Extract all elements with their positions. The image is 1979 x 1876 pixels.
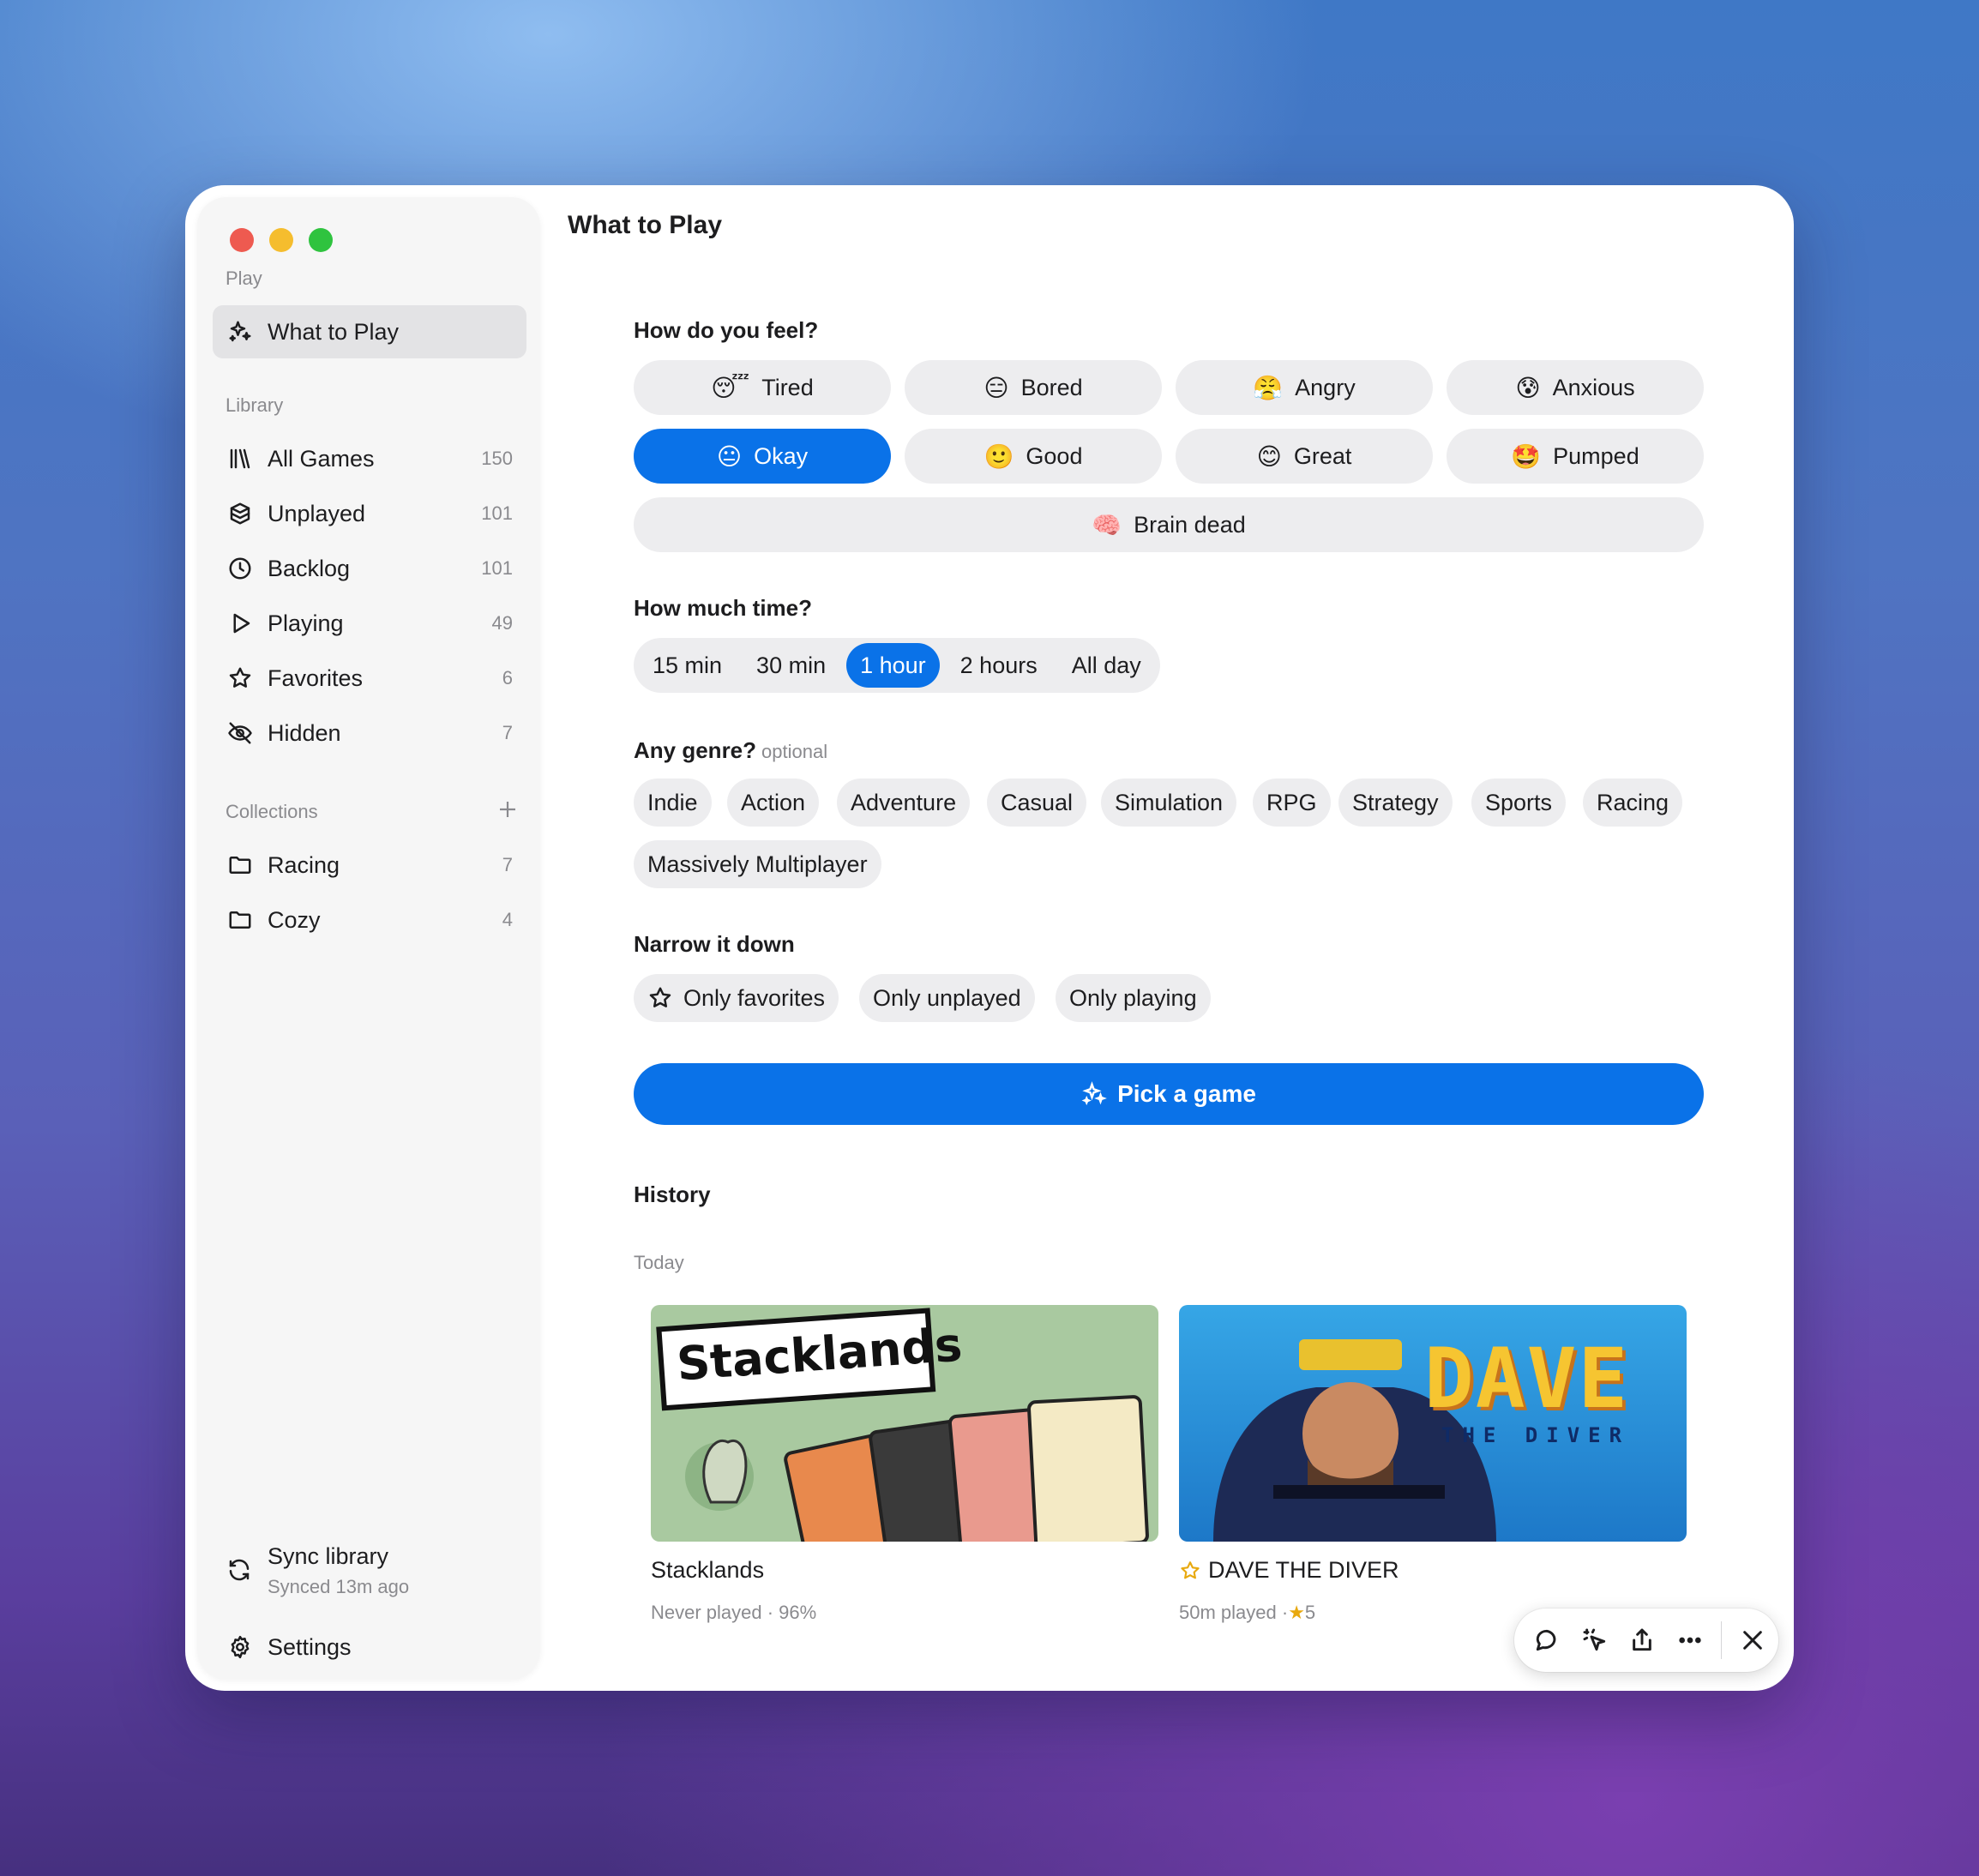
toolbar-divider: [1721, 1621, 1723, 1659]
genre-heading: Any genre? optional: [634, 737, 827, 764]
cursor-sparkle-button[interactable]: [1573, 1618, 1617, 1663]
genre-heading-text: Any genre?: [634, 737, 757, 763]
comment-icon: [1536, 1629, 1556, 1651]
time-heading: How much time?: [634, 595, 813, 621]
close-button[interactable]: [1730, 1618, 1775, 1663]
time-option-15-min[interactable]: 15 min: [639, 643, 736, 688]
page-title: What to Play: [568, 211, 723, 239]
dave-the-diver-cover-image[interactable]: DAVE THE DIVER: [1179, 1305, 1687, 1542]
mood-bored-button[interactable]: 😑 Bored: [905, 360, 1162, 415]
favorite-star-icon: [1181, 1560, 1200, 1578]
cursor-sparkle-icon: [1583, 1628, 1605, 1651]
genre-optional-label: optional: [761, 741, 828, 762]
time-option-1-hour[interactable]: 1 hour: [846, 643, 940, 688]
history-item-meta-text: 50m played ·: [1179, 1602, 1289, 1623]
floating-toolbar: [1514, 1608, 1778, 1672]
filter-only-playing[interactable]: Only playing: [1056, 974, 1211, 1022]
history-item-title[interactable]: Stacklands: [651, 1557, 764, 1584]
history-item-meta: 50m played ·★5: [1179, 1602, 1315, 1624]
pick-a-game-button[interactable]: Pick a game: [634, 1063, 1704, 1125]
history-item-rating: 5: [1304, 1602, 1316, 1623]
history-heading: History: [634, 1182, 711, 1207]
narrow-heading: Narrow it down: [634, 931, 795, 957]
genre-chip-indie[interactable]: Indie: [634, 779, 712, 827]
great-emoji-icon: 😊: [1256, 442, 1282, 470]
time-segmented-control: 15 min 30 min 1 hour 2 hours All day: [634, 638, 1160, 693]
mood-label: Bored: [1020, 374, 1083, 400]
genre-chip-simulation[interactable]: Simulation: [1101, 779, 1237, 827]
brain-emoji-icon: 🧠: [1092, 511, 1122, 538]
rating-star-icon: ★: [1288, 1602, 1305, 1623]
filter-label: Only favorites: [683, 984, 826, 1011]
more-icon: [1679, 1637, 1701, 1644]
mood-good-button[interactable]: 🙂 Good: [905, 429, 1162, 484]
history-item-meta: Never played · 96%: [651, 1602, 817, 1623]
angry-emoji-icon: 😤: [1253, 374, 1284, 401]
share-icon: [1633, 1628, 1652, 1651]
good-emoji-icon: 🙂: [983, 442, 1014, 470]
mood-brain-dead-button[interactable]: 🧠 Brain dead: [634, 497, 1704, 552]
genre-chip-action[interactable]: Action: [727, 779, 820, 827]
mood-label: Okay: [754, 442, 809, 469]
genre-chip-massively-multiplayer[interactable]: Massively Multiplayer: [634, 840, 881, 888]
mood-label: Great: [1293, 442, 1352, 469]
feel-heading: How do you feel?: [634, 317, 819, 343]
more-button[interactable]: [1668, 1618, 1712, 1663]
sparkles-icon: [1081, 1081, 1107, 1106]
dave-logo-subtitle: THE DIVER: [1441, 1423, 1631, 1447]
share-button[interactable]: [1621, 1618, 1665, 1663]
dave-logo: DAVE: [1424, 1331, 1630, 1427]
time-option-all-day[interactable]: All day: [1058, 643, 1155, 688]
tired-emoji-icon: 😴: [711, 374, 750, 401]
genre-chip-adventure[interactable]: Adventure: [837, 779, 971, 827]
genre-chip-casual[interactable]: Casual: [987, 779, 1087, 827]
mood-angry-button[interactable]: 😤 Angry: [1176, 360, 1433, 415]
mood-anxious-button[interactable]: 😰 Anxious: [1447, 360, 1704, 415]
mood-great-button[interactable]: 😊 Great: [1176, 429, 1433, 484]
mood-tired-button[interactable]: 😴 Tired: [634, 360, 891, 415]
time-option-2-hours[interactable]: 2 hours: [947, 643, 1051, 688]
history-day-label: Today: [634, 1252, 684, 1273]
close-icon: [1743, 1631, 1762, 1650]
genre-chip-sports[interactable]: Sports: [1471, 779, 1567, 827]
anxious-emoji-icon: 😰: [1515, 374, 1541, 401]
genre-chip-rpg[interactable]: RPG: [1253, 779, 1331, 827]
filter-only-unplayed[interactable]: Only unplayed: [859, 974, 1035, 1022]
main-content: What to Play How do you feel? 😴 Tired 😑 Bo…: [185, 185, 1794, 1691]
mood-pumped-button[interactable]: 🤩 Pumped: [1447, 429, 1704, 484]
pick-label: Pick a game: [1117, 1080, 1256, 1107]
mood-label: Angry: [1295, 374, 1356, 400]
mood-okay-button[interactable]: 😐 Okay: [634, 429, 891, 484]
filter-only-favorites[interactable]: Only favorites: [634, 974, 839, 1022]
star-icon: [649, 987, 671, 1007]
okay-emoji-icon: 😐: [716, 442, 743, 470]
mood-label: Pumped: [1553, 442, 1639, 469]
pumped-emoji-icon: 🤩: [1511, 442, 1542, 470]
stacklands-cover-image[interactable]: Stacklands: [651, 1305, 1158, 1542]
time-option-30-min[interactable]: 30 min: [743, 643, 839, 688]
mood-label: Good: [1026, 442, 1083, 469]
history-item-title: DAVE THE DIVER: [1208, 1557, 1399, 1583]
mood-label: Brain dead: [1134, 511, 1246, 538]
genre-chip-racing[interactable]: Racing: [1583, 779, 1683, 827]
comment-button[interactable]: [1525, 1618, 1569, 1663]
bored-emoji-icon: 😑: [983, 374, 1009, 401]
genre-chip-strategy[interactable]: Strategy: [1338, 779, 1453, 827]
mood-label: Anxious: [1552, 374, 1635, 400]
history-item[interactable]: DAVE THE DIVER: [1179, 1557, 1399, 1584]
mood-label: Tired: [761, 374, 814, 400]
